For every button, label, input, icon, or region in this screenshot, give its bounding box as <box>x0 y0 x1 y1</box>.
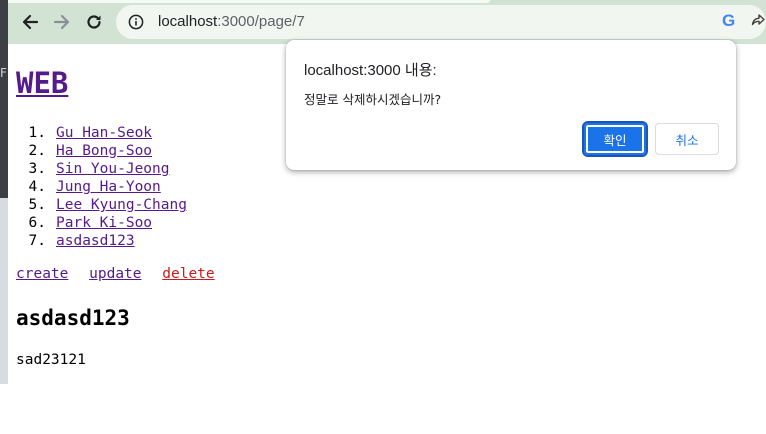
forward-arrow-icon <box>53 14 70 30</box>
address-bar[interactable]: localhost:3000/page/7 G <box>116 5 766 39</box>
list-number: 3. <box>28 161 46 177</box>
list-number: 6. <box>28 215 46 231</box>
url-path: :3000/page/7 <box>217 13 305 30</box>
topic-link[interactable]: Park Ki-Soo <box>56 215 152 231</box>
reload-icon <box>87 15 101 29</box>
list-item: 1. Gu Han-Seok <box>16 124 187 142</box>
topic-link[interactable]: asdasd123 <box>56 233 135 249</box>
edge-letter: F <box>0 66 7 80</box>
ok-button[interactable]: 확인 <box>584 123 646 155</box>
forward-button[interactable] <box>48 8 76 36</box>
left-edge-strip: F <box>0 0 8 384</box>
active-tab-sliver[interactable] <box>8 0 490 3</box>
list-item: 5. Lee Kyung-Chang <box>16 196 187 214</box>
article-body: sad23121 <box>16 352 86 368</box>
back-button[interactable] <box>16 8 44 36</box>
topic-link[interactable]: Ha Bong-Soo <box>56 143 152 159</box>
topic-link[interactable]: Lee Kyung-Chang <box>56 197 187 213</box>
list-item: 6. Park Ki-Soo <box>16 214 187 232</box>
article-title: asdasd123 <box>16 306 130 330</box>
list-number: 4. <box>28 179 46 195</box>
url-host: localhost <box>158 13 218 30</box>
list-item: 7. asdasd123 <box>16 232 187 250</box>
topic-list: 1. Gu Han-Seok 2. Ha Bong-Soo 3. Sin You-Je… <box>16 124 187 250</box>
action-links: create update delete <box>16 266 227 282</box>
back-arrow-icon <box>22 14 39 30</box>
list-item: 3. Sin You-Jeong <box>16 160 187 178</box>
list-item: 2. Ha Bong-Soo <box>16 142 187 160</box>
dialog-message: 정말로 삭제하시겠습니까? <box>304 92 442 107</box>
dialog-origin: localhost:3000 내용: <box>304 62 437 79</box>
cancel-button[interactable]: 취소 <box>655 123 719 155</box>
list-number: 2. <box>28 143 46 159</box>
topic-link[interactable]: Gu Han-Seok <box>56 125 152 141</box>
share-icon[interactable] <box>750 13 766 29</box>
list-item: 4. Jung Ha-Yoon <box>16 178 187 196</box>
edge-strip-light <box>0 198 8 384</box>
browser-toolbar: localhost:3000/page/7 G <box>8 0 766 44</box>
update-link[interactable]: update <box>89 266 141 282</box>
page-title-link[interactable]: WEB <box>16 66 68 100</box>
list-number: 7. <box>28 233 46 249</box>
topic-link[interactable]: Jung Ha-Yoon <box>56 179 161 195</box>
reload-button[interactable] <box>80 8 108 36</box>
topic-link[interactable]: Sin You-Jeong <box>56 161 170 177</box>
below-viewport-area <box>0 384 766 434</box>
delete-link[interactable]: delete <box>162 266 214 282</box>
create-link[interactable]: create <box>16 266 68 282</box>
list-number: 1. <box>28 125 46 141</box>
google-icon[interactable]: G <box>722 11 735 31</box>
url-text[interactable]: localhost:3000/page/7 <box>158 13 305 30</box>
confirm-dialog: localhost:3000 내용: 정말로 삭제하시겠습니까? 확인 취소 <box>286 40 736 170</box>
list-number: 5. <box>28 197 46 213</box>
info-icon[interactable] <box>128 14 144 30</box>
